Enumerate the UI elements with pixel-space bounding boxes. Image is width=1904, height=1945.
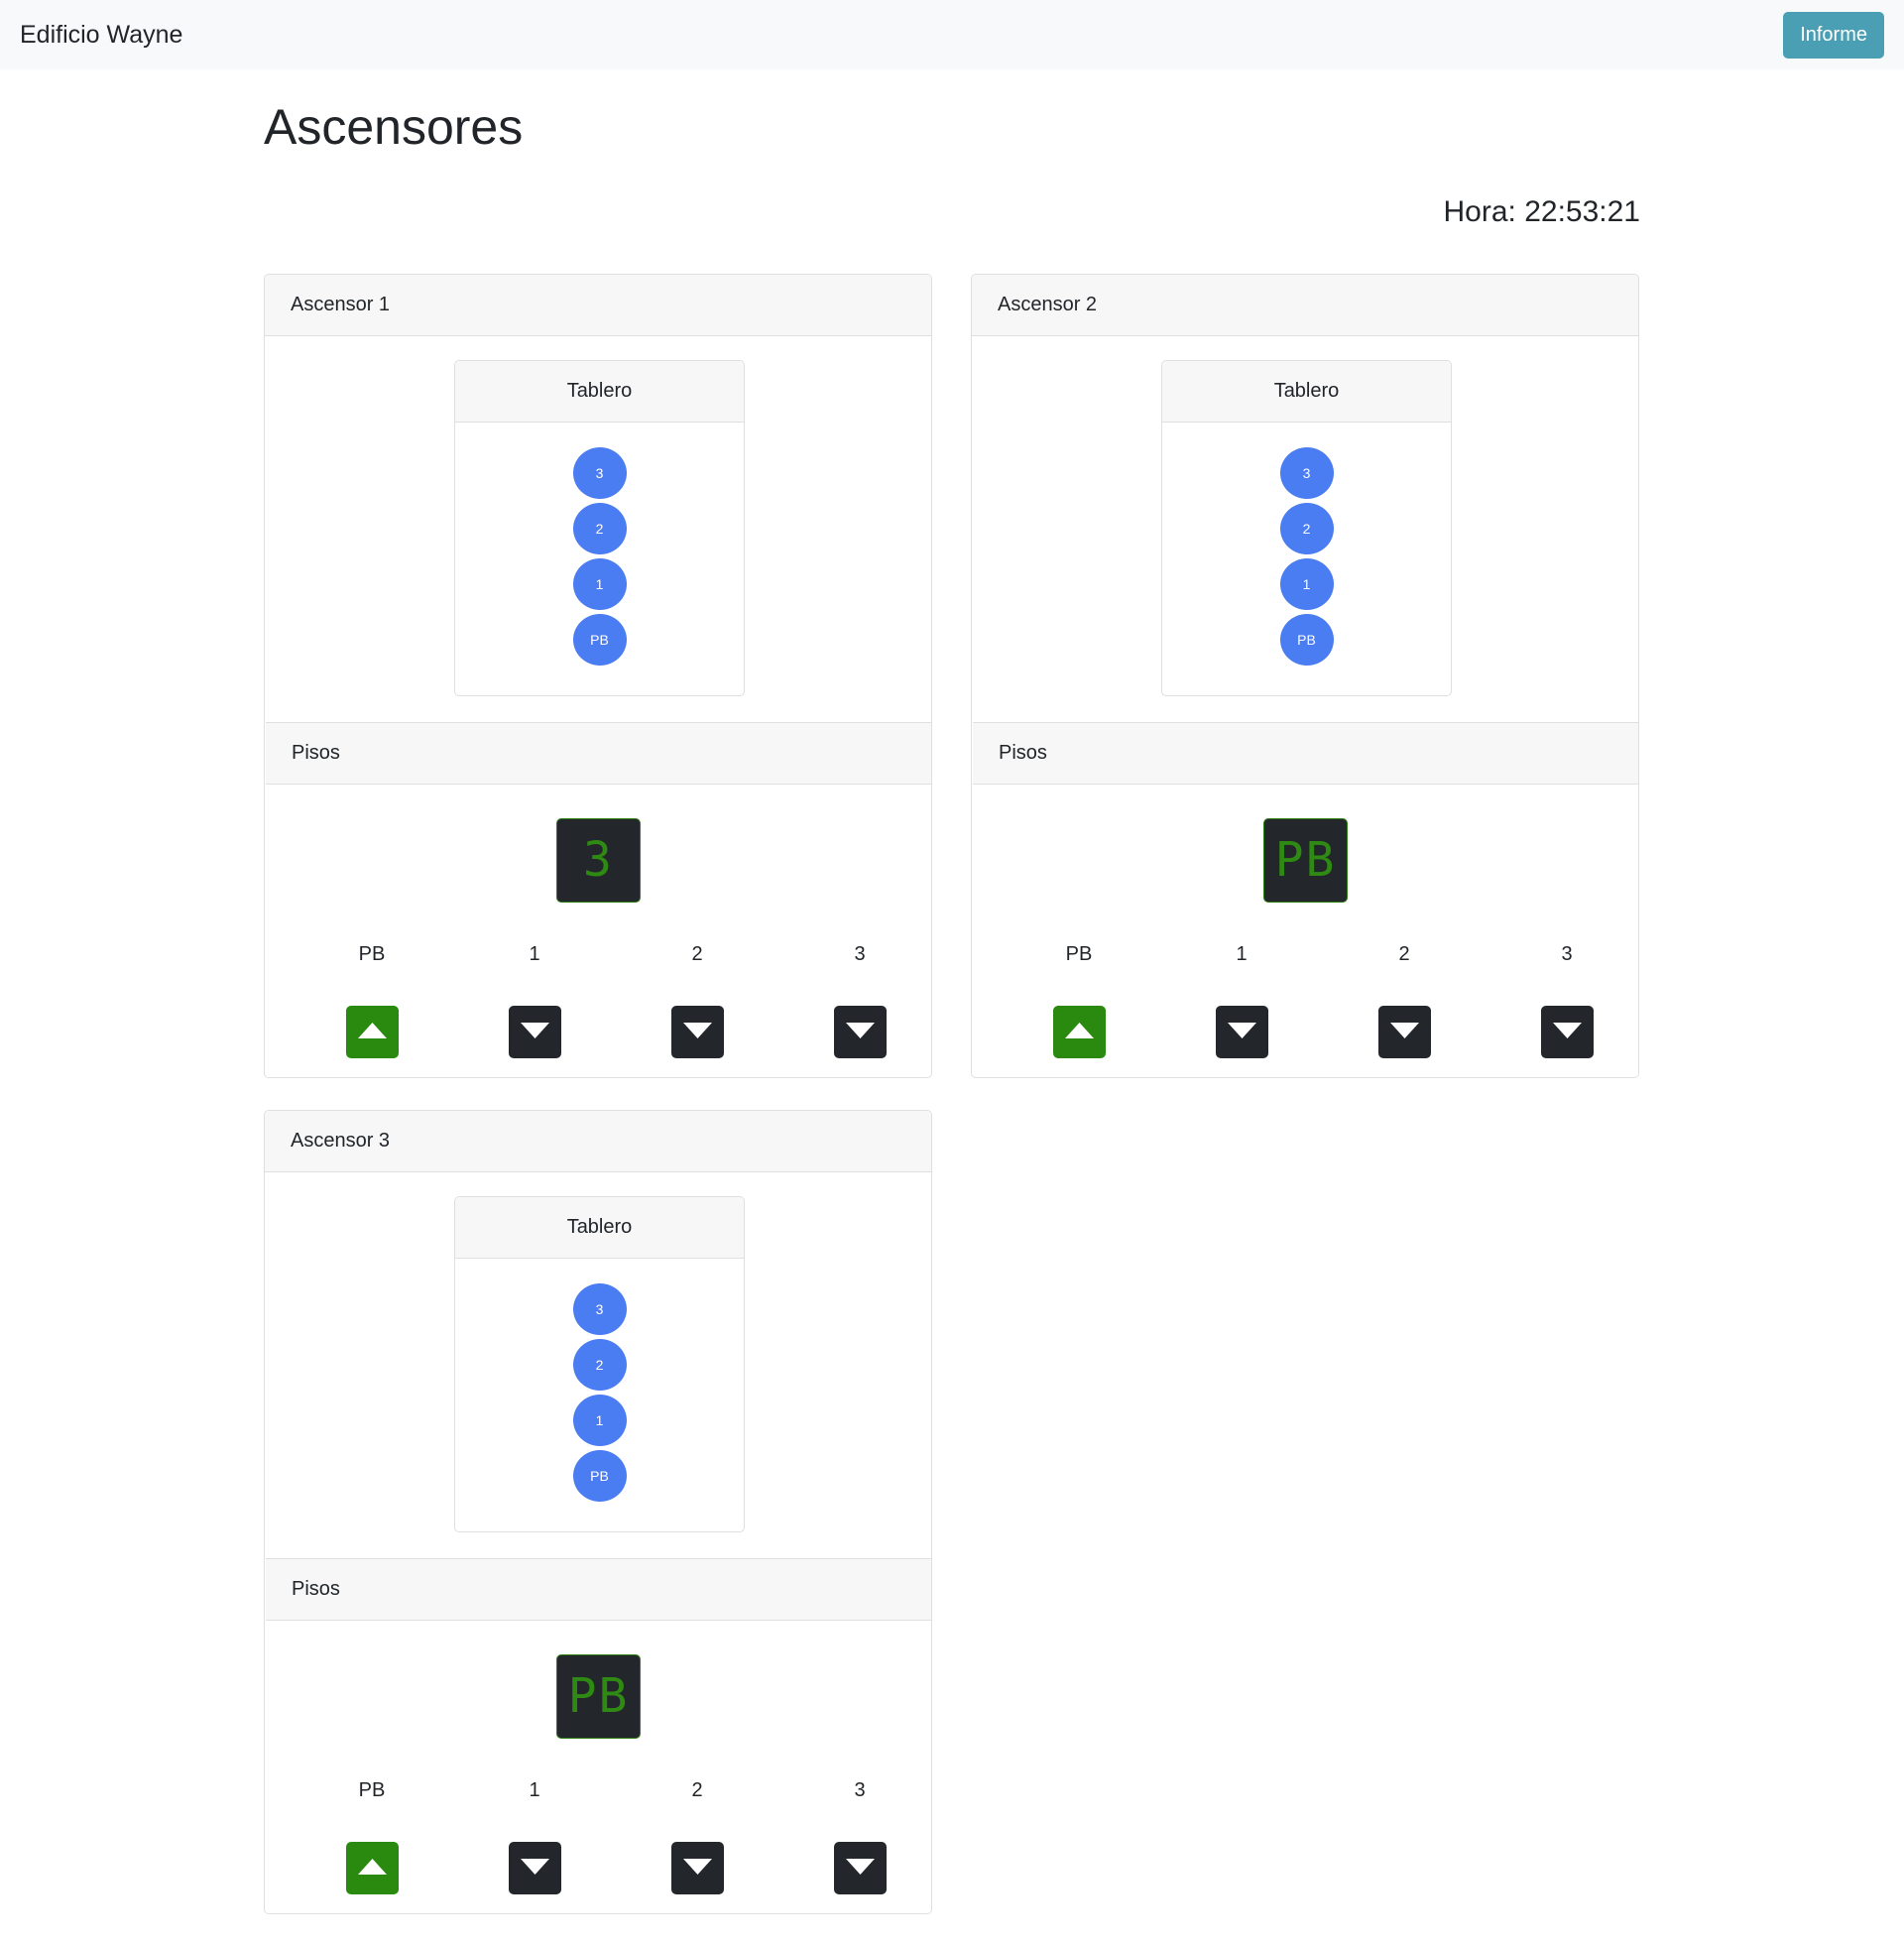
call-column-1: 1 — [495, 1777, 574, 1894]
call-column-3: 3 — [820, 1777, 899, 1894]
pisos-panel: Pisos PB PB 1 2 3 — [266, 1558, 931, 1913]
call-column-pb: PB — [332, 941, 412, 1058]
elevator-title: Ascensor 1 — [265, 275, 931, 336]
call-floor-label: 1 — [1236, 943, 1248, 965]
call-down-button-3[interactable] — [833, 1842, 887, 1894]
floor-button-2[interactable]: 2 — [572, 1339, 627, 1391]
call-floor-label: 3 — [854, 943, 866, 965]
call-floor-label: 3 — [854, 1779, 866, 1801]
pisos-panel: Pisos PB PB 1 2 3 — [973, 722, 1638, 1077]
floor-button-3[interactable]: 3 — [572, 1283, 627, 1335]
call-down-button-2[interactable] — [1377, 1006, 1431, 1058]
elevator-title: Ascensor 2 — [972, 275, 1638, 336]
call-up-button-pb[interactable] — [1052, 1006, 1106, 1058]
elevator-card: Ascensor 2 Tablero 3 2 1 PB Pisos PB PB 1 2 3 — [971, 274, 1639, 1078]
elevator-title: Ascensor 3 — [265, 1111, 931, 1172]
call-down-button-2[interactable] — [670, 1006, 724, 1058]
call-column-3: 3 — [820, 941, 899, 1058]
call-floor-label: 2 — [1398, 943, 1410, 965]
call-column-2: 2 — [1365, 941, 1444, 1058]
elevator-card: Ascensor 1 Tablero 3 2 1 PB Pisos 3 PB 1 2 3 — [264, 274, 932, 1078]
floor-display: PB — [556, 1654, 641, 1739]
call-floor-label: 2 — [691, 943, 703, 965]
call-column-2: 2 — [657, 941, 737, 1058]
call-floor-label: 1 — [529, 1779, 540, 1801]
call-floor-label: PB — [358, 1779, 386, 1801]
call-column-2: 2 — [657, 1777, 737, 1894]
call-column-1: 1 — [495, 941, 574, 1058]
brand-title[interactable]: Edificio Wayne — [20, 21, 182, 50]
call-column-1: 1 — [1202, 941, 1281, 1058]
call-up-button-pb[interactable] — [345, 1842, 399, 1894]
call-down-button-1[interactable] — [508, 1842, 561, 1894]
tablero-title: Tablero — [455, 361, 744, 423]
floor-button-1[interactable]: 1 — [572, 1395, 627, 1446]
call-floor-label: 1 — [529, 943, 540, 965]
floor-button-2[interactable]: 2 — [572, 503, 627, 554]
call-column-pb: PB — [1039, 941, 1119, 1058]
call-column-pb: PB — [332, 1777, 412, 1894]
tablero-panel: Tablero 3 2 1 PB — [454, 1196, 745, 1532]
call-floor-label: PB — [358, 943, 386, 965]
floor-button-list: 3 2 1 PB — [1162, 423, 1451, 669]
clock: Hora: 22:53:21 — [1443, 195, 1640, 228]
floor-button-3[interactable]: 3 — [1279, 447, 1334, 499]
elevator-card: Ascensor 3 Tablero 3 2 1 PB Pisos PB PB 1 2 3 — [264, 1110, 932, 1914]
floor-button-2[interactable]: 2 — [1279, 503, 1334, 554]
tablero-panel: Tablero 3 2 1 PB — [1161, 360, 1452, 696]
tablero-title: Tablero — [1162, 361, 1451, 423]
call-buttons-row: PB 1 2 3 — [973, 941, 1638, 1058]
pisos-title: Pisos — [266, 1559, 931, 1621]
floor-display: PB — [1263, 818, 1348, 903]
floor-display: 3 — [556, 818, 641, 903]
tablero-title: Tablero — [455, 1197, 744, 1259]
floor-button-list: 3 2 1 PB — [455, 1259, 744, 1506]
floor-button-3[interactable]: 3 — [572, 447, 627, 499]
page-title: Ascensores — [264, 99, 524, 155]
floor-button-pb[interactable]: PB — [1279, 614, 1334, 666]
navbar: Edificio Wayne Informe — [0, 0, 1904, 69]
pisos-title: Pisos — [266, 723, 931, 785]
floor-button-1[interactable]: 1 — [572, 558, 627, 610]
call-down-button-2[interactable] — [670, 1842, 724, 1894]
call-buttons-row: PB 1 2 3 — [266, 1777, 931, 1894]
floor-button-pb[interactable]: PB — [572, 1450, 627, 1502]
call-floor-label: 2 — [691, 1779, 703, 1801]
call-up-button-pb[interactable] — [345, 1006, 399, 1058]
tablero-panel: Tablero 3 2 1 PB — [454, 360, 745, 696]
pisos-title: Pisos — [973, 723, 1638, 785]
call-column-3: 3 — [1527, 941, 1606, 1058]
call-floor-label: PB — [1065, 943, 1093, 965]
floor-button-list: 3 2 1 PB — [455, 423, 744, 669]
call-down-button-1[interactable] — [1215, 1006, 1268, 1058]
call-down-button-3[interactable] — [1540, 1006, 1594, 1058]
call-down-button-3[interactable] — [833, 1006, 887, 1058]
call-buttons-row: PB 1 2 3 — [266, 941, 931, 1058]
report-button[interactable]: Informe — [1783, 12, 1884, 59]
pisos-panel: Pisos 3 PB 1 2 3 — [266, 722, 931, 1077]
call-down-button-1[interactable] — [508, 1006, 561, 1058]
call-floor-label: 3 — [1561, 943, 1573, 965]
floor-button-pb[interactable]: PB — [572, 614, 627, 666]
floor-button-1[interactable]: 1 — [1279, 558, 1334, 610]
